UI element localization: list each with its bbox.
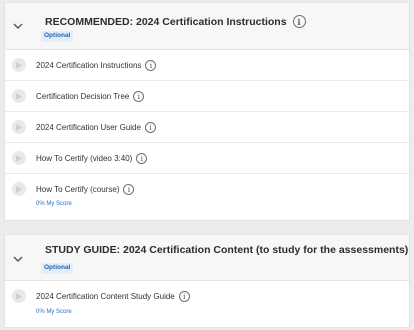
item-title[interactable]: How To Certify (course) i: [36, 184, 135, 195]
module-title-text: RECOMMENDED: 2024 Certification Instruct…: [45, 15, 287, 28]
list-item[interactable]: 2024 Certification Content Study Guide i…: [5, 281, 409, 328]
play-icon: [12, 89, 26, 103]
info-icon[interactable]: i: [145, 60, 157, 71]
module-title-text: STUDY GUIDE: 2024 Certification Content …: [45, 243, 409, 256]
module-recommended: RECOMMENDED: 2024 Certification Instruct…: [4, 2, 410, 221]
optional-badge: Optional: [41, 263, 74, 274]
module-study-guide: STUDY GUIDE: 2024 Certification Content …: [4, 234, 410, 328]
info-icon[interactable]: i: [123, 184, 135, 195]
info-icon[interactable]: i: [178, 291, 190, 302]
module-title: RECOMMENDED: 2024 Certification Instruct…: [45, 15, 306, 28]
item-title-text[interactable]: 2024 Certification Instructions: [36, 61, 141, 70]
module-items: 2024 Certification Content Study Guide i…: [5, 281, 409, 328]
play-icon: [12, 58, 26, 72]
optional-badge: Optional: [41, 31, 74, 42]
list-item[interactable]: 2024 Certification User Guide i: [5, 112, 409, 143]
list-item[interactable]: How To Certify (course) i 0% My Score: [5, 174, 409, 218]
info-icon[interactable]: i: [144, 122, 156, 133]
module-title: STUDY GUIDE: 2024 Certification Content …: [45, 243, 414, 256]
item-title[interactable]: 2024 Certification User Guide i: [36, 122, 156, 133]
score-text: 0% My Score: [36, 309, 72, 315]
item-title[interactable]: 2024 Certification Content Study Guide i: [36, 291, 190, 302]
play-icon: [12, 289, 26, 303]
list-item[interactable]: Certification Decision Tree i: [5, 81, 409, 112]
chevron-down-icon[interactable]: [12, 253, 24, 265]
chevron-down-icon[interactable]: [12, 20, 24, 32]
score-text: 0% My Score: [36, 201, 72, 207]
module-items: 2024 Certification Instructions i Certif…: [5, 50, 409, 218]
item-title[interactable]: 2024 Certification Instructions i: [36, 60, 157, 71]
info-icon[interactable]: i: [292, 15, 306, 28]
play-icon: [12, 182, 26, 196]
play-icon: [12, 120, 26, 134]
info-icon[interactable]: i: [136, 153, 148, 164]
module-header[interactable]: RECOMMENDED: 2024 Certification Instruct…: [5, 3, 409, 50]
item-title-text[interactable]: 2024 Certification Content Study Guide: [36, 292, 175, 301]
item-title-text[interactable]: Certification Decision Tree: [36, 92, 129, 101]
info-icon[interactable]: i: [133, 91, 145, 102]
play-icon: [12, 151, 26, 165]
item-title-text[interactable]: How To Certify (video 3:40): [36, 154, 132, 163]
item-title-text[interactable]: 2024 Certification User Guide: [36, 123, 141, 132]
item-title[interactable]: How To Certify (video 3:40) i: [36, 153, 148, 164]
module-header[interactable]: STUDY GUIDE: 2024 Certification Content …: [5, 235, 409, 281]
item-title-text[interactable]: How To Certify (course): [36, 185, 119, 194]
list-item[interactable]: 2024 Certification Instructions i: [5, 50, 409, 81]
list-item[interactable]: How To Certify (video 3:40) i: [5, 143, 409, 174]
item-title[interactable]: Certification Decision Tree i: [36, 91, 145, 102]
